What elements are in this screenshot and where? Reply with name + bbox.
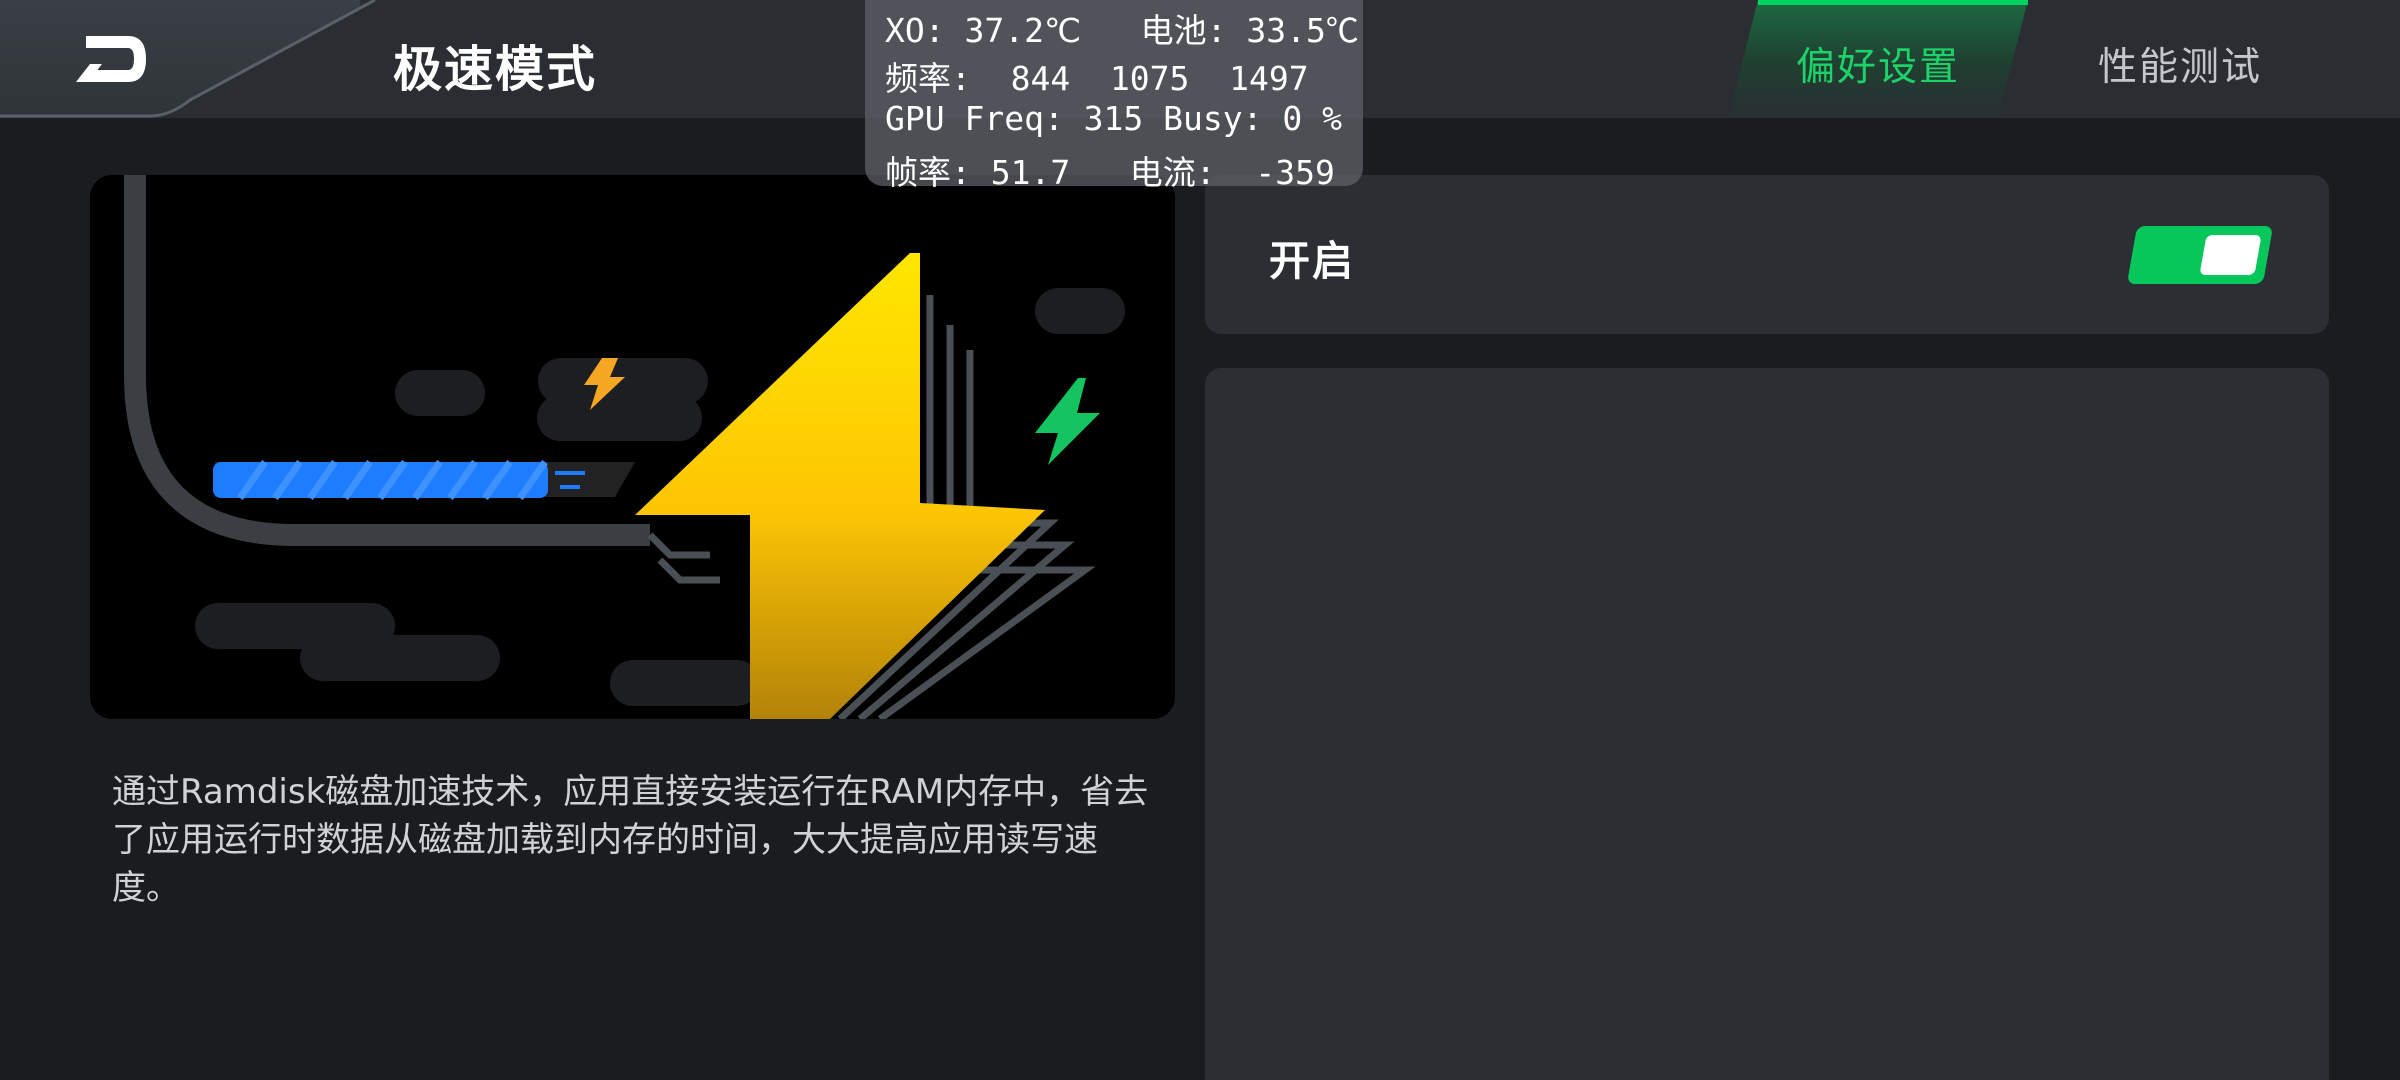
content-panel <box>1205 368 2329 1080</box>
overlay-temperature: XO: 37.2℃ 电池: 33.5℃ <box>885 11 1359 50</box>
header-accent-line <box>0 0 376 118</box>
tab-performance-test[interactable]: 性能测试 <box>2080 36 2280 92</box>
page-title: 极速模式 <box>393 41 598 98</box>
speed-mode-illustration <box>90 175 1175 719</box>
tab-preferences-label[interactable]: 偏好设置 <box>1728 36 2028 92</box>
overlay-frequency: 频率: 844 1075 1497 <box>885 59 1309 98</box>
enable-toggle[interactable] <box>2126 226 2274 284</box>
toggle-knob <box>2199 235 2262 275</box>
overlay-gpu: GPU Freq: 315 Busy: 0 % <box>885 99 1342 138</box>
tab-active-indicator <box>1758 0 2028 5</box>
performance-overlay: XO: 37.2℃ 电池: 33.5℃ 频率: 844 1075 1497 GP… <box>865 0 1363 192</box>
app-screen: 极速模式 偏好设置 性能测试 通过Ramdisk磁盘加速技术，应用直接安装运行在… <box>0 0 2400 1080</box>
enable-setting-card: 开启 <box>1205 175 2329 334</box>
enable-label: 开启 <box>1269 237 1355 285</box>
illustration-graphic <box>124 175 1125 719</box>
back-icon[interactable] <box>72 30 156 88</box>
overlay-framerate: 帧率: 51.7 电流: -359 <box>885 153 1335 192</box>
mode-description: 通过Ramdisk磁盘加速技术，应用直接安装运行在RAM内存中，省去了应用运行时… <box>112 772 1149 908</box>
